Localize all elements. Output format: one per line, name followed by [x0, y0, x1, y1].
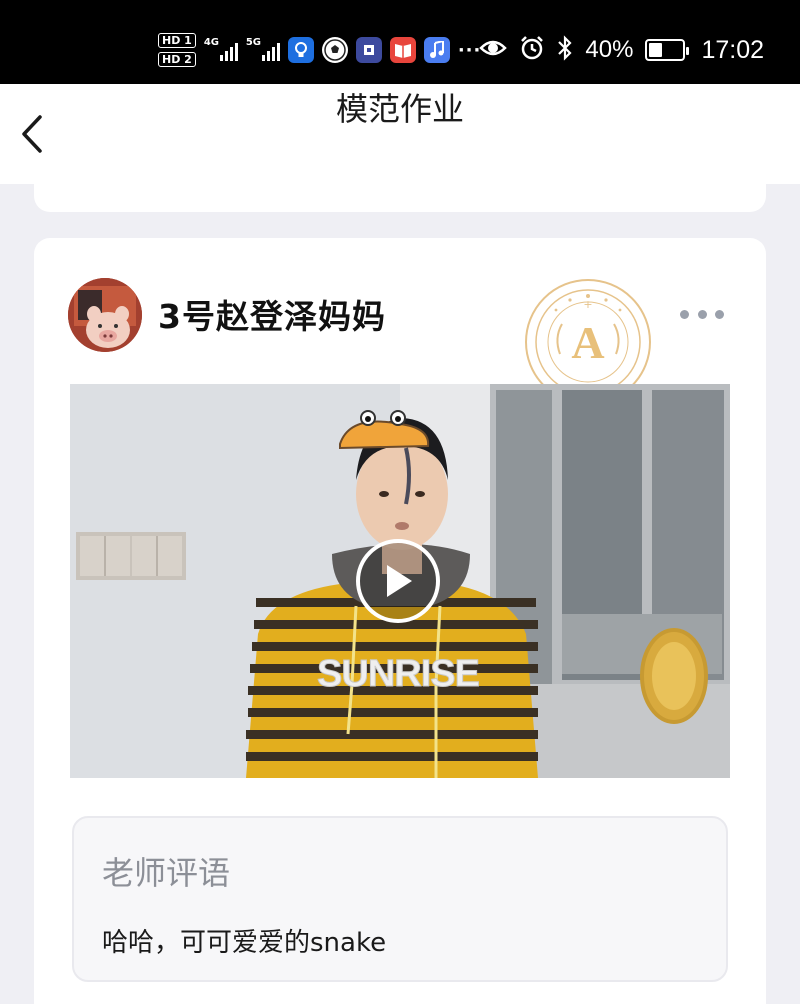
status-bar: HD 1 HD 2 4G 5G ··· 40% 17:02 [0, 0, 800, 84]
network-type-label-2: 5G [245, 37, 261, 48]
signal-4g-icon: 4G [203, 37, 238, 61]
play-icon [387, 565, 412, 597]
alarm-icon [519, 35, 545, 65]
status-bar-right: 40% 17:02 [479, 28, 764, 72]
nav-bar: 模范作业 [0, 84, 800, 184]
previous-post-card[interactable] [34, 170, 766, 212]
user-name[interactable]: 3号赵登泽妈妈 [158, 290, 386, 338]
shirt-print-text: SUNRISE [317, 653, 479, 695]
hd2-indicator: HD 2 [158, 52, 196, 67]
lightbulb-app-icon [287, 37, 314, 63]
status-time: 17:02 [701, 35, 764, 64]
video-thumbnail[interactable]: SUNRISE [70, 384, 730, 778]
soccer-app-icon [321, 37, 348, 63]
status-more-indicator: ··· [457, 39, 482, 61]
eye-icon [479, 38, 508, 62]
book-app-icon [389, 37, 416, 63]
grade-a-letter: A [571, 317, 604, 368]
signal-5g-icon: 5G [245, 37, 280, 61]
network-type-label: 4G [203, 37, 219, 48]
battery-icon [645, 39, 690, 61]
post-card: 3号赵登泽妈妈 A + SUNRISE 老师评语 哈哈，可可爱爱的snake [34, 238, 766, 1004]
svg-text:+: + [583, 298, 592, 311]
ellipsis-icon [680, 309, 689, 319]
teacher-comment-box: 老师评语 哈哈，可可爱爱的snake [72, 816, 728, 982]
page-title: 模范作业 [335, 90, 464, 128]
teacher-comment-label: 老师评语 [102, 854, 231, 892]
battery-percent: 40% [585, 36, 634, 63]
battery-fill [649, 43, 663, 57]
chip-app-icon [355, 37, 382, 63]
teacher-comment-text: 哈哈，可可爱爱的snake [102, 928, 387, 958]
hd-indicators: HD 1 HD 2 [158, 33, 196, 67]
status-bar-left: HD 1 HD 2 4G 5G ··· [158, 28, 481, 72]
more-options-button[interactable] [680, 302, 724, 326]
play-button[interactable] [356, 539, 440, 623]
avatar[interactable] [68, 278, 142, 352]
music-app-icon [423, 37, 450, 63]
hd1-indicator: HD 1 [158, 33, 196, 48]
bluetooth-icon [557, 35, 573, 65]
